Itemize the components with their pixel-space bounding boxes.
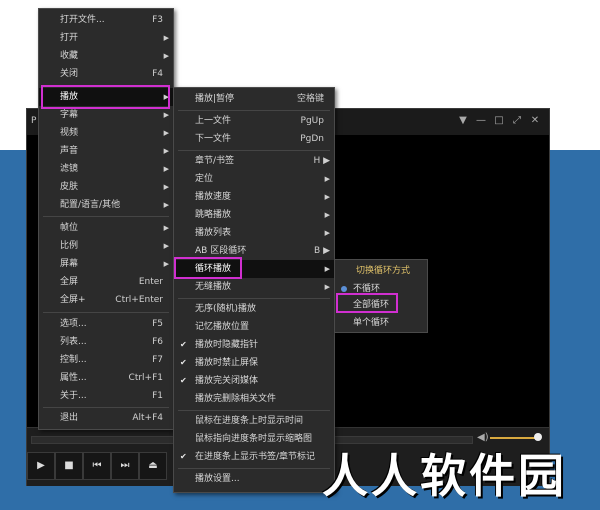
submenu-item-no-screensaver[interactable]: ✔ 播放时禁止屏保 [174, 354, 334, 372]
previous-button[interactable]: ⏮ [83, 452, 111, 480]
checkmark-icon: ✔ [180, 452, 187, 461]
loop-item-loop-single[interactable]: 单个循环 [335, 314, 427, 332]
menu-item-about[interactable]: 关于... F1 [39, 387, 173, 405]
submenu-item-show-bookmarks[interactable]: ✔ 在进度条上显示书签/章节标记 [174, 448, 334, 466]
menu-item-ratio[interactable]: 比例 ▶ [39, 237, 173, 255]
menu-item-properties[interactable]: 属性... Ctrl+F1 [39, 369, 173, 387]
submenu-item-seamless[interactable]: 无缝播放 ▶ [174, 278, 334, 296]
fullscreen-button[interactable]: ⤢ [511, 115, 523, 127]
menu-item-open-file[interactable]: 打开文件... F3 [39, 11, 173, 29]
watermark-text: 人人软件园 [322, 449, 567, 503]
highlight-box-play [41, 85, 170, 109]
submenu-item-playlist[interactable]: 播放列表 ▶ [174, 224, 334, 242]
submenu-item-play-pause[interactable]: 播放|暂停 空格键 [174, 90, 334, 108]
menu-item-fullscreen[interactable]: 全屏 Enter [39, 273, 173, 291]
menu-item-filters[interactable]: 滤镜 ▶ [39, 160, 173, 178]
submenu-item-show-time-on-hover[interactable]: 鼠标在进度条上时显示时间 [174, 412, 334, 430]
menu-item-open[interactable]: 打开 ▶ [39, 29, 173, 47]
menu-item-audio[interactable]: 声音 ▶ [39, 142, 173, 160]
menu-item-favorites[interactable]: 收藏 ▶ [39, 47, 173, 65]
submenu-item-speed[interactable]: 播放速度 ▶ [174, 188, 334, 206]
checkmark-icon: ✔ [180, 376, 187, 385]
menu-item-config[interactable]: 配置/语言/其他 ▶ [39, 196, 173, 214]
stop-button[interactable]: ■ [55, 452, 83, 480]
highlight-box-loop-play [174, 257, 242, 279]
submenu-item-show-thumbnail[interactable]: 鼠标指向进度条时显示缩略图 [174, 430, 334, 448]
submenu-item-remember-position[interactable]: 记忆播放位置 [174, 318, 334, 336]
highlight-box-loop-all [336, 293, 398, 313]
menu-item-options[interactable]: 选项... F5 [39, 315, 173, 333]
checkmark-icon: ✔ [180, 340, 187, 349]
play-button[interactable]: ▶ [27, 452, 55, 480]
menu-item-fullscreen-plus[interactable]: 全屏+ Ctrl+Enter [39, 291, 173, 309]
submenu-item-hide-cursor[interactable]: ✔ 播放时隐藏指针 [174, 336, 334, 354]
menu-item-video[interactable]: 视频 ▶ [39, 124, 173, 142]
play-submenu: 播放|暂停 空格键 上一文件 PgUp 下一文件 PgDn 章节/书签 H ▶ 定位 ▶ … [173, 87, 335, 493]
next-button[interactable]: ⏭ [111, 452, 139, 480]
minimize-button[interactable]: — [475, 115, 487, 127]
menu-item-frame[interactable]: 帧位 ▶ [39, 219, 173, 237]
submenu-item-play-settings[interactable]: 播放设置... [174, 470, 334, 488]
submenu-item-close-after-play[interactable]: ✔ 播放完关闭媒体 [174, 372, 334, 390]
radio-selected-icon [341, 286, 347, 292]
pin-button[interactable]: ▼ [457, 115, 469, 127]
submenu-item-previous-file[interactable]: 上一文件 PgUp [174, 112, 334, 130]
submenu-item-next-file[interactable]: 下一文件 PgDn [174, 130, 334, 148]
menu-item-control[interactable]: 控制... F7 [39, 351, 173, 369]
checkmark-icon: ✔ [180, 358, 187, 367]
menu-item-playlist[interactable]: 列表... F6 [39, 333, 173, 351]
window-title: P [31, 116, 37, 126]
submenu-item-seek[interactable]: 定位 ▶ [174, 170, 334, 188]
submenu-item-delete-after-play[interactable]: 播放完删除相关文件 [174, 390, 334, 408]
menu-item-close[interactable]: 关闭 F4 [39, 65, 173, 83]
menu-item-screen[interactable]: 屏幕 ▶ [39, 255, 173, 273]
loop-menu-header: 切换循环方式 [356, 266, 411, 276]
close-button[interactable]: ✕ [529, 115, 541, 127]
volume-slider[interactable] [490, 437, 538, 439]
main-context-menu: 打开文件... F3 打开 ▶ 收藏 ▶ 关闭 F4 播放 ▶ 字幕 ▶ 视频 ▶ 声音 ▶ 滤… [38, 8, 174, 430]
submenu-item-shuffle[interactable]: 无序(随机)播放 [174, 300, 334, 318]
submenu-item-chapters[interactable]: 章节/书签 H ▶ [174, 152, 334, 170]
submenu-item-skip[interactable]: 跳略播放 ▶ [174, 206, 334, 224]
menu-item-skin[interactable]: 皮肤 ▶ [39, 178, 173, 196]
maximize-button[interactable]: □ [493, 115, 505, 127]
eject-button[interactable]: ⏏ [139, 452, 167, 480]
menu-item-exit[interactable]: 退出 Alt+F4 [39, 409, 173, 427]
